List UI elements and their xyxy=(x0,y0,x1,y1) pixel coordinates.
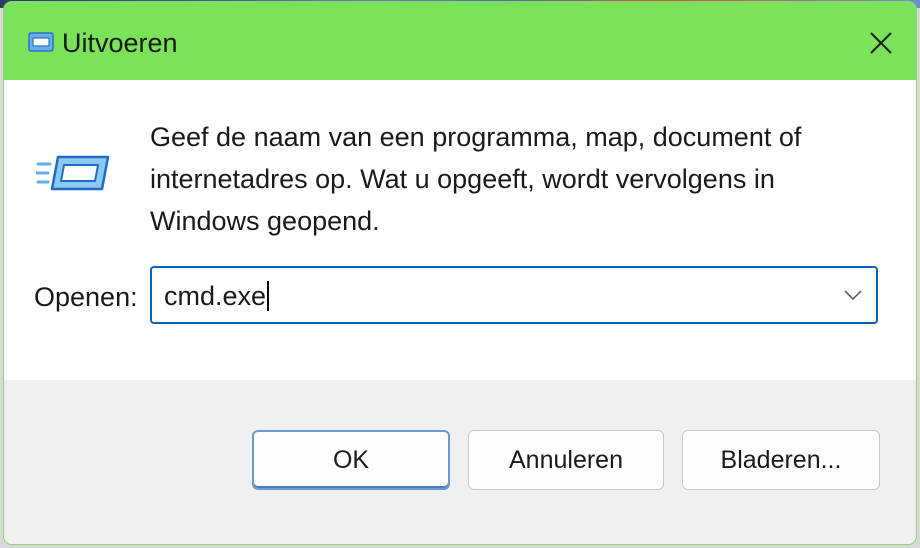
dialog-description: Geef de naam van een programma, map, doc… xyxy=(150,122,802,236)
window-title: Uitvoeren xyxy=(62,28,178,58)
button-bar: OK Annuleren Bladeren... xyxy=(4,380,916,544)
ok-button[interactable]: OK xyxy=(252,430,450,490)
text-cursor xyxy=(267,281,270,311)
dialog-body: Geef de naam van een programma, map, doc… xyxy=(4,80,916,380)
chevron-down-icon[interactable] xyxy=(838,280,868,310)
title-bar[interactable]: Uitvoeren xyxy=(4,2,916,80)
run-dialog-icon xyxy=(34,154,110,192)
open-input[interactable]: cmd.exe xyxy=(164,280,270,312)
close-button[interactable] xyxy=(854,16,908,70)
browse-button[interactable]: Bladeren... xyxy=(682,430,880,490)
open-combobox[interactable]: cmd.exe xyxy=(150,266,878,324)
open-label: Openen: xyxy=(34,282,138,312)
open-input-value: cmd.exe xyxy=(164,281,267,311)
close-icon xyxy=(869,31,893,55)
run-dialog: Uitvoeren Geef de naam van een programma… xyxy=(4,2,916,544)
cancel-button[interactable]: Annuleren xyxy=(468,430,664,490)
run-dialog-icon xyxy=(28,32,54,52)
